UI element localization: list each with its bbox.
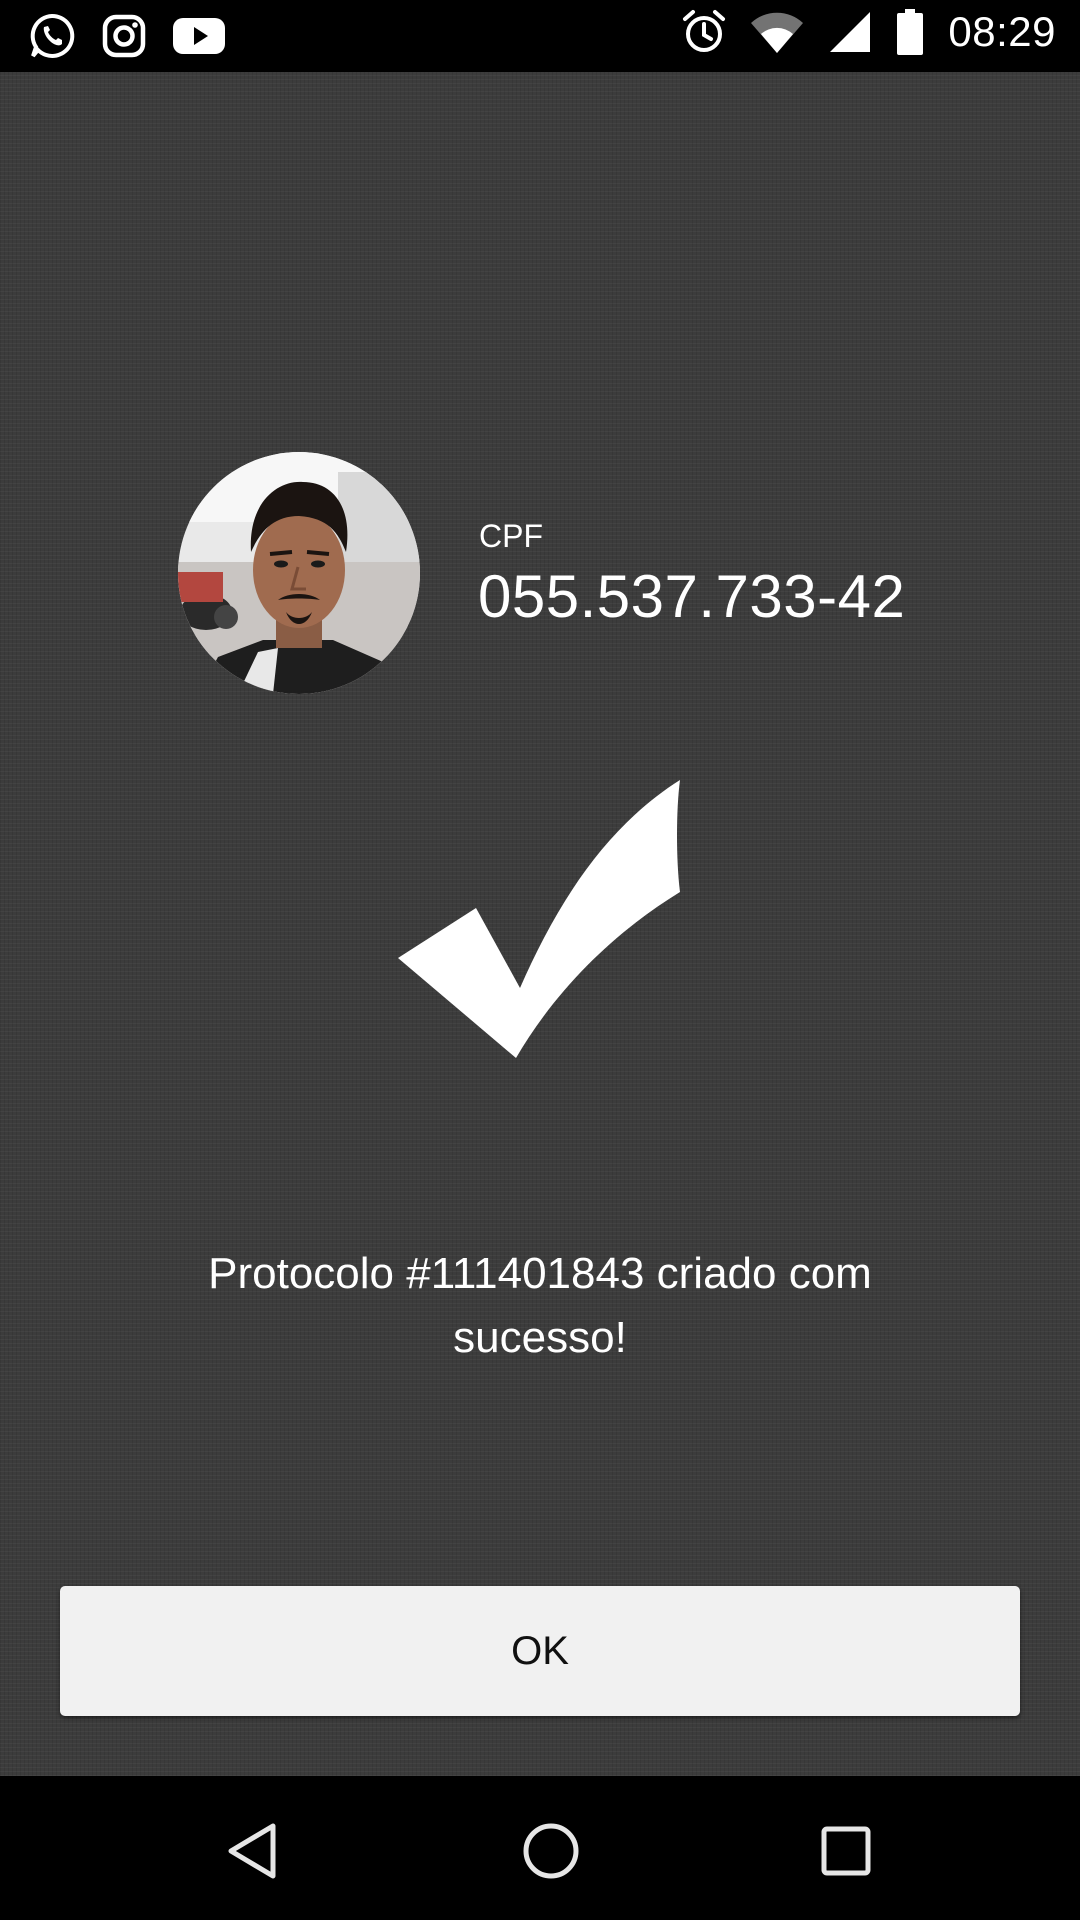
whatsapp-icon xyxy=(28,12,76,60)
wifi-icon xyxy=(750,11,804,53)
cpf-label: CPF xyxy=(479,518,543,554)
back-icon[interactable] xyxy=(216,1816,286,1886)
success-message: Protocolo #111401843 criado com sucesso! xyxy=(208,1249,872,1362)
battery-icon xyxy=(896,8,924,56)
check-mark-icon xyxy=(398,780,682,1058)
confirmation-screen: CPF 055.537.733-42 Protocolo #111401843 … xyxy=(0,72,1080,1776)
system-status: 08:29 xyxy=(682,8,1056,56)
instagram-icon xyxy=(102,14,146,58)
cell-signal-icon xyxy=(828,10,872,54)
cpf-value: 055.537.733-42 xyxy=(478,563,906,630)
youtube-icon xyxy=(172,16,226,56)
clock: 08:29 xyxy=(948,8,1056,55)
alarm-icon xyxy=(682,9,726,55)
navigation-bar xyxy=(0,1776,1080,1920)
user-photo xyxy=(178,452,420,694)
notification-icons xyxy=(28,12,226,60)
status-bar: 08:29 xyxy=(0,0,1080,72)
home-icon[interactable] xyxy=(516,1816,586,1886)
recents-icon[interactable] xyxy=(811,1816,881,1886)
ok-button[interactable]: OK xyxy=(60,1586,1020,1716)
